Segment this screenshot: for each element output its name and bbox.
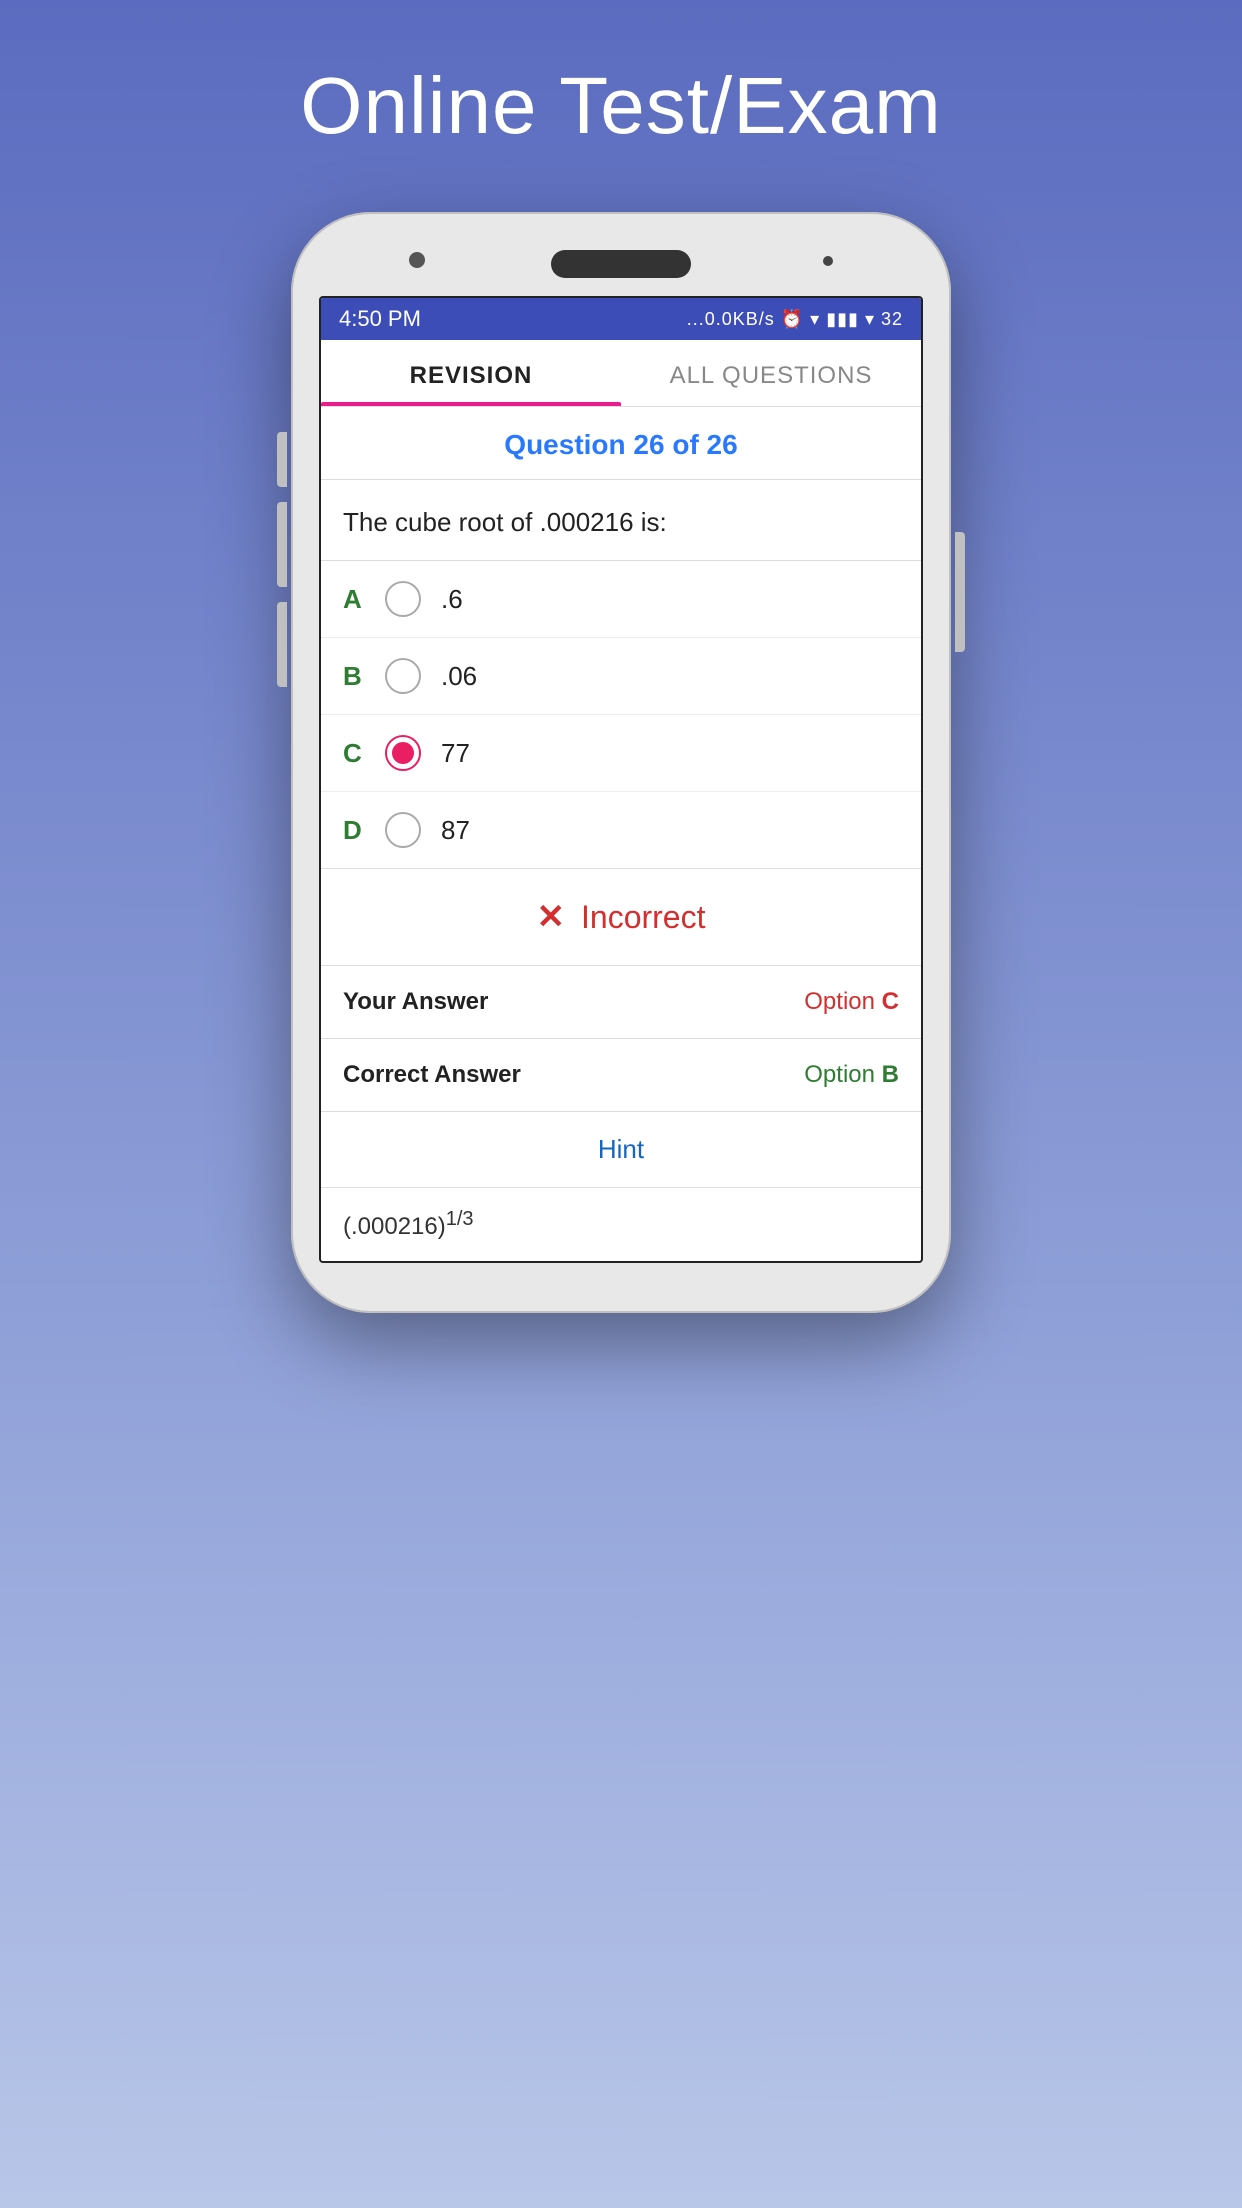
option-b-letter: B [343, 661, 385, 692]
incorrect-icon: ✕ [537, 897, 566, 937]
your-answer-row: Your Answer Option C [321, 966, 921, 1039]
status-time: 4:50 PM [339, 306, 421, 332]
hint-row[interactable]: Hint [321, 1112, 921, 1188]
correct-answer-value: Option B [804, 1061, 899, 1089]
options-container: A .6 B .06 C 77 D 87 [321, 561, 921, 869]
option-d-row[interactable]: D 87 [321, 792, 921, 868]
option-b-text: .06 [441, 661, 477, 692]
tab-all-questions[interactable]: ALL QUESTIONS [621, 340, 921, 406]
power-button[interactable] [955, 532, 965, 652]
phone-top [319, 242, 923, 278]
phone-shell: 4:50 PM ...0.0KB/s ⏰ ▾ ▮▮▮ ▾ 32 REVISION… [291, 212, 951, 1313]
option-a-row[interactable]: A .6 [321, 561, 921, 638]
question-number: Question 26 of 26 [504, 429, 737, 460]
phone-screen: 4:50 PM ...0.0KB/s ⏰ ▾ ▮▮▮ ▾ 32 REVISION… [319, 296, 923, 1263]
option-d-letter: D [343, 815, 385, 846]
option-a-text: .6 [441, 584, 463, 615]
option-c-radio[interactable] [385, 735, 421, 771]
option-c-row[interactable]: C 77 [321, 715, 921, 792]
option-d-radio[interactable] [385, 812, 421, 848]
math-hint: (.000216)1/3 [321, 1188, 921, 1261]
option-d-text: 87 [441, 815, 470, 846]
hint-label[interactable]: Hint [598, 1134, 644, 1164]
result-label: Incorrect [581, 899, 705, 936]
front-camera [409, 252, 425, 268]
correct-answer-label: Correct Answer [343, 1061, 521, 1089]
option-c-letter: C [343, 738, 385, 769]
question-header: Question 26 of 26 [321, 407, 921, 480]
result-section: ✕ Incorrect [321, 869, 921, 966]
question-text: The cube root of .000216 is: [321, 480, 921, 561]
your-answer-value: Option C [804, 988, 899, 1016]
speaker [551, 250, 691, 278]
volume-mute-button[interactable] [277, 432, 287, 487]
tab-revision[interactable]: REVISION [321, 340, 621, 406]
option-a-radio[interactable] [385, 581, 421, 617]
result-incorrect: ✕ Incorrect [343, 897, 899, 937]
math-superscript: 1/3 [446, 1208, 474, 1230]
correct-answer-letter: B [882, 1061, 899, 1088]
correct-answer-row: Correct Answer Option B [321, 1039, 921, 1112]
page-title: Online Test/Exam [300, 60, 941, 152]
option-c-text: 77 [441, 738, 470, 769]
your-answer-label: Your Answer [343, 988, 488, 1016]
option-b-radio[interactable] [385, 658, 421, 694]
status-icons: ...0.0KB/s ⏰ ▾ ▮▮▮ ▾ 32 [687, 309, 903, 330]
status-bar: 4:50 PM ...0.0KB/s ⏰ ▾ ▮▮▮ ▾ 32 [321, 298, 921, 340]
option-a-letter: A [343, 584, 385, 615]
your-answer-letter: C [882, 988, 899, 1015]
sensor [823, 256, 833, 266]
tab-bar: REVISION ALL QUESTIONS [321, 340, 921, 407]
volume-up-button[interactable] [277, 502, 287, 587]
volume-down-button[interactable] [277, 602, 287, 687]
option-b-row[interactable]: B .06 [321, 638, 921, 715]
